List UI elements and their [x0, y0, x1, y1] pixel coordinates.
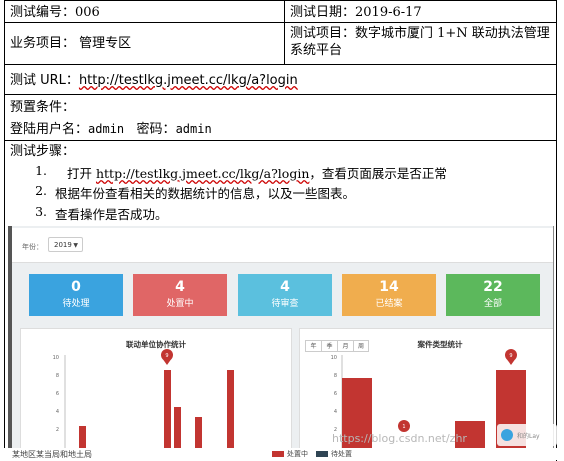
step-number: 2. — [35, 183, 47, 198]
axis-tick: 4 — [56, 409, 59, 415]
unit-collaboration-chart: 10 8 6 4 2 9 — [53, 349, 234, 460]
card-label: 处置中 — [166, 299, 194, 309]
precondition-title: 预置条件： — [10, 100, 76, 115]
card-count: 22 — [483, 279, 503, 295]
year-label: 年份： — [22, 243, 43, 251]
row-precondition: 预置条件： 登陆用户名：admin 密码：admin — [5, 94, 557, 141]
axis-tick: 8 — [334, 373, 337, 379]
step-text-post: ，查看页面展示是否正常 — [309, 166, 447, 181]
test-project: 测试项目：数字城市厦门 1+N 联动执法管理系统平台 — [285, 23, 557, 65]
row-test-number: 测试编号：006 测试日期：2019-6-17 — [5, 0, 557, 23]
login-info: 登陆用户名：admin 密码：admin — [10, 121, 551, 138]
login-username: admin — [88, 122, 125, 136]
row-business: 业务项目： 管理专区 测试项目：数字城市厦门 1+N 联动执法管理系统平台 — [5, 22, 557, 65]
test-number: 测试编号：006 — [5, 1, 285, 23]
chart-bar — [164, 370, 171, 460]
panel-unit-collaboration: 联动单位协作统计 10 8 6 4 2 9 — [20, 328, 292, 460]
card-count: 14 — [379, 279, 399, 295]
axis-tick: 8 — [56, 373, 59, 379]
stat-card-pending[interactable]: 0 待处理 — [29, 274, 123, 316]
axis-tick: 10 — [331, 355, 337, 361]
year-value: 2019 — [54, 241, 72, 249]
legend-swatch-processing — [272, 451, 284, 457]
card-count: 4 — [175, 279, 185, 295]
floating-widget-label: 和的Lay — [517, 433, 540, 440]
steps-title: 测试步骤： — [10, 144, 76, 159]
chart-bar — [496, 370, 526, 460]
test-date: 测试日期：2019-6-17 — [285, 1, 557, 23]
axis-tick: 10 — [53, 355, 59, 361]
chart-bar — [227, 370, 234, 460]
legend-label: 待处置 — [331, 450, 352, 458]
chevron-down-icon: ▼ — [73, 242, 78, 249]
step-text: 打开 — [67, 166, 96, 181]
step-text: 查看操作是否成功。 — [55, 207, 168, 222]
axis-tick: 2 — [56, 427, 59, 433]
dashboard-screenshot: 年份： 2019 ▼ 0 待处理 4 处置中 4 待审查 14 已结案 22 全… — [8, 226, 554, 460]
small-pin-marker: 1 — [398, 420, 410, 432]
url-link[interactable]: http://testlkg.jmeet.cc/lkg/a?login — [79, 73, 298, 88]
password-prefix: 密码： — [136, 122, 176, 137]
legend-label: 处置中 — [287, 450, 308, 458]
step-text: 根据年份查看相关的数据统计的信息，以及一些图表。 — [55, 186, 356, 201]
legend-swatch-pending — [316, 451, 328, 457]
floating-widget[interactable]: 和的Lay — [497, 424, 557, 446]
axis-tick: 6 — [56, 391, 59, 397]
stat-card-closed[interactable]: 14 已结案 — [342, 274, 436, 316]
login-prefix: 登陆用户名： — [10, 122, 89, 137]
url-cell: 测试 URL：http://testlkg.jmeet.cc/lkg/a?log… — [5, 65, 557, 95]
axis-tick: 6 — [334, 391, 337, 397]
business-item: 业务项目： 管理专区 — [5, 23, 285, 65]
screenshot-bottom-strip: 某地区某当局和地土局 处置中 待处置 — [0, 448, 564, 460]
pin-label: 9 — [509, 353, 512, 359]
card-label: 已结案 — [375, 299, 403, 309]
precondition-cell: 预置条件： 登陆用户名：admin 密码：admin — [5, 95, 557, 141]
year-select[interactable]: 2019 ▼ — [48, 237, 83, 252]
url-label: 测试 URL： — [10, 73, 79, 88]
step-2: 2. 根据年份查看相关的数据统计的信息，以及一些图表。 — [31, 183, 551, 201]
card-count: 4 — [280, 279, 290, 295]
row-url: 测试 URL：http://testlkg.jmeet.cc/lkg/a?log… — [5, 64, 557, 95]
pin-label: 9 — [165, 353, 168, 359]
chat-icon — [501, 429, 513, 441]
step-1: 1. 打开 http://testlkg.jmeet.cc/lkg/a?logi… — [31, 163, 551, 181]
max-pin-marker: 9 — [505, 349, 517, 365]
card-label: 全部 — [483, 299, 502, 309]
year-filter-bar: 年份： 2019 ▼ — [12, 228, 553, 263]
card-count: 0 — [71, 279, 81, 295]
card-label: 待审查 — [271, 299, 299, 309]
max-pin-marker: 9 — [161, 349, 173, 365]
step-number: 3. — [35, 204, 47, 219]
stat-card-all[interactable]: 22 全部 — [446, 274, 540, 316]
step-3: 3. 查看操作是否成功。 — [31, 204, 551, 222]
stat-card-review[interactable]: 4 待审查 — [238, 274, 332, 316]
watermark-text: https://blog.csdn.net/zhr — [332, 432, 467, 445]
login-password: admin — [175, 122, 212, 136]
stat-card-processing[interactable]: 4 处置中 — [133, 274, 227, 316]
bottom-section-title: 某地区某当局和地土局 — [12, 450, 92, 459]
step-link[interactable]: http://testlkg.jmeet.cc/lkg/a?login — [96, 166, 309, 181]
card-label: 待处理 — [62, 299, 90, 309]
axis-tick: 4 — [334, 409, 337, 415]
pin-label: 1 — [402, 424, 405, 430]
step-number: 1. — [35, 163, 47, 178]
